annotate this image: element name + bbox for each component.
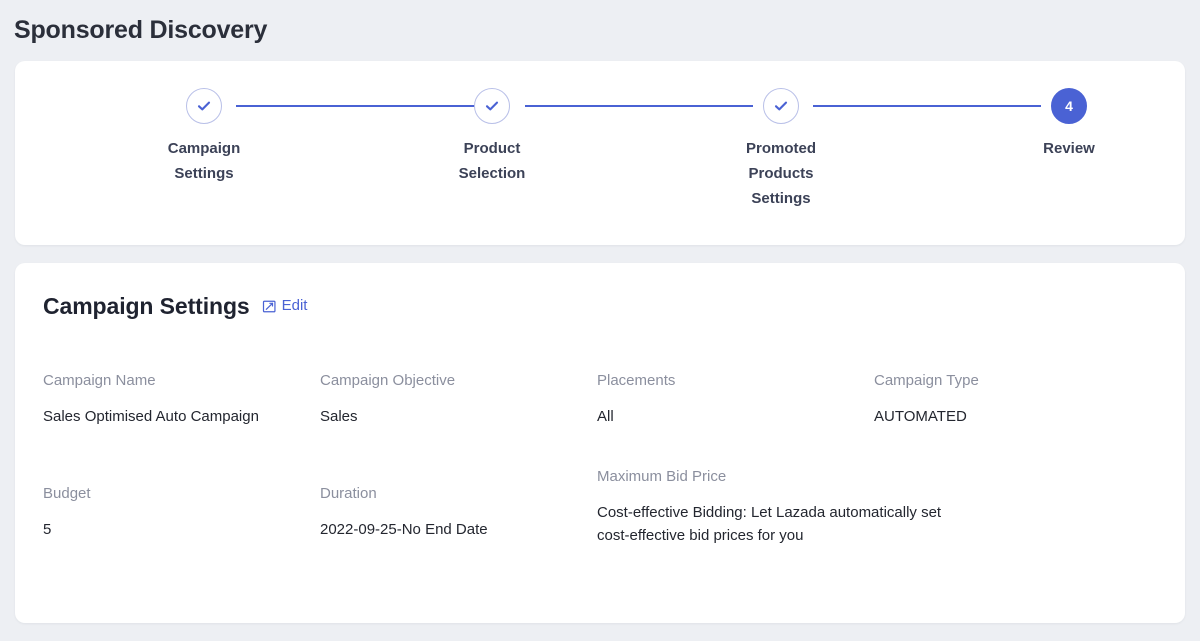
field-label: Campaign Type (874, 371, 1137, 391)
field-campaign-objective: Campaign Objective Sales (320, 371, 597, 428)
section-title: Campaign Settings (43, 292, 250, 320)
edit-link-label: Edit (282, 297, 308, 315)
field-label: Campaign Name (43, 371, 306, 391)
page-title: Sponsored Discovery (0, 0, 1200, 46)
field-value: Cost-effective Bidding: Let Lazada autom… (597, 501, 963, 547)
field-placements: Placements All (597, 371, 874, 428)
field-value: AUTOMATED (874, 405, 1137, 428)
campaign-settings-header: Campaign Settings Edit (43, 292, 307, 320)
step-4-circle[interactable]: 4 (1051, 88, 1087, 124)
campaign-settings-fields: Campaign Name Sales Optimised Auto Campa… (43, 371, 1157, 564)
check-icon (483, 97, 501, 115)
step-3-label: Promoted Products Settings (701, 136, 861, 211)
stepper-step-review[interactable]: 4 Review (989, 88, 1149, 161)
field-campaign-name: Campaign Name Sales Optimised Auto Campa… (43, 371, 320, 428)
edit-square-icon (262, 299, 277, 314)
field-value: All (597, 405, 860, 428)
field-value: Sales Optimised Auto Campaign (43, 405, 306, 428)
step-1-label: Campaign Settings (124, 136, 284, 186)
field-row-2: Budget 5 Duration 2022-09-25-No End Date… (43, 484, 1157, 564)
step-2-circle[interactable] (474, 88, 510, 124)
field-label: Placements (597, 371, 860, 391)
field-maximum-bid-price: Maximum Bid Price Cost-effective Bidding… (597, 484, 977, 564)
check-icon (772, 97, 790, 115)
stepper-card: Campaign Settings Product Selection (15, 61, 1185, 245)
step-2-label: Product Selection (412, 136, 572, 186)
stepper-step-product-selection[interactable]: Product Selection (412, 88, 572, 186)
step-4-label: Review (989, 136, 1149, 161)
field-campaign-type: Campaign Type AUTOMATED (874, 371, 1151, 428)
check-icon (195, 97, 213, 115)
stepper-step-campaign-settings[interactable]: Campaign Settings (124, 88, 284, 186)
field-budget: Budget 5 (43, 484, 320, 564)
field-duration: Duration 2022-09-25-No End Date (320, 484, 597, 564)
stepper: Campaign Settings Product Selection (15, 88, 1185, 238)
field-row-1: Campaign Name Sales Optimised Auto Campa… (43, 371, 1157, 428)
field-value: 2022-09-25-No End Date (320, 518, 583, 541)
stepper-step-promoted-products-settings[interactable]: Promoted Products Settings (701, 88, 861, 211)
step-4-number: 4 (1065, 99, 1073, 113)
campaign-settings-card: Campaign Settings Edit Campaign Name Sal… (15, 263, 1185, 623)
field-value: Sales (320, 405, 583, 428)
step-3-circle[interactable] (763, 88, 799, 124)
field-label: Campaign Objective (320, 371, 583, 391)
field-label: Maximum Bid Price (597, 467, 963, 487)
edit-link[interactable]: Edit (262, 297, 308, 315)
field-value: 5 (43, 518, 306, 541)
step-1-circle[interactable] (186, 88, 222, 124)
field-label: Budget (43, 484, 306, 504)
field-label: Duration (320, 484, 583, 504)
